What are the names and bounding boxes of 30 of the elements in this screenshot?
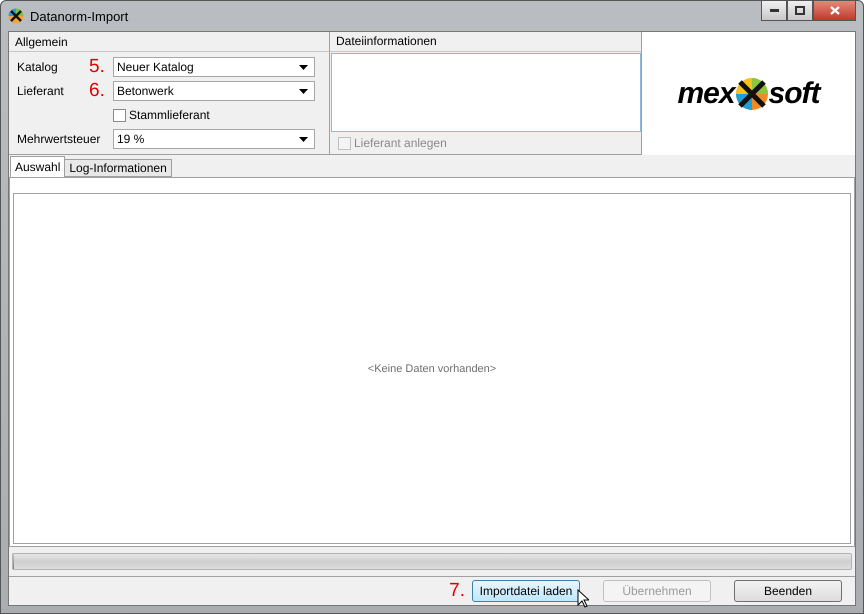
- checkbox[interactable]: [113, 108, 126, 122]
- minimize-button[interactable]: [761, 1, 787, 21]
- dropdown-arrow-icon: [299, 136, 308, 142]
- tab[interactable]: Auswahl: [10, 156, 66, 177]
- maximize-button[interactable]: [787, 1, 813, 21]
- window-title: Datanorm-Import: [30, 8, 128, 24]
- step-marker: 5.: [89, 56, 106, 78]
- close-button[interactable]: [813, 1, 856, 21]
- dropdown-field[interactable]: 19 %: [113, 129, 315, 149]
- app-icon: [8, 8, 24, 24]
- dropdown-arrow-icon: [299, 64, 308, 70]
- step-marker: 6.: [89, 80, 106, 102]
- logo-ball-icon: [734, 76, 769, 110]
- empty-message: <Keine Daten vorhanden>: [368, 362, 496, 374]
- field-label: Lieferant: [17, 84, 65, 98]
- field-label: Katalog: [17, 60, 59, 74]
- company-logo: mex soft: [677, 76, 820, 110]
- dropdown-field[interactable]: Neuer Katalog: [113, 57, 315, 77]
- checkbox-row[interactable]: Stammlieferant: [113, 105, 210, 125]
- mouse-cursor-icon: [577, 589, 589, 608]
- tab[interactable]: Log-Informationen: [64, 159, 172, 177]
- step-marker: 7.: [449, 580, 465, 602]
- maximize-icon: [795, 6, 805, 15]
- minimize-icon: [770, 9, 778, 12]
- close-icon: [830, 6, 840, 15]
- dropdown-arrow-icon: [299, 88, 308, 94]
- file-info-field[interactable]: [331, 52, 641, 132]
- field-label: Mehrwertsteuer: [17, 132, 102, 146]
- footer-button[interactable]: Beenden: [734, 580, 842, 602]
- dropdown-field[interactable]: Betonwerk: [113, 81, 315, 101]
